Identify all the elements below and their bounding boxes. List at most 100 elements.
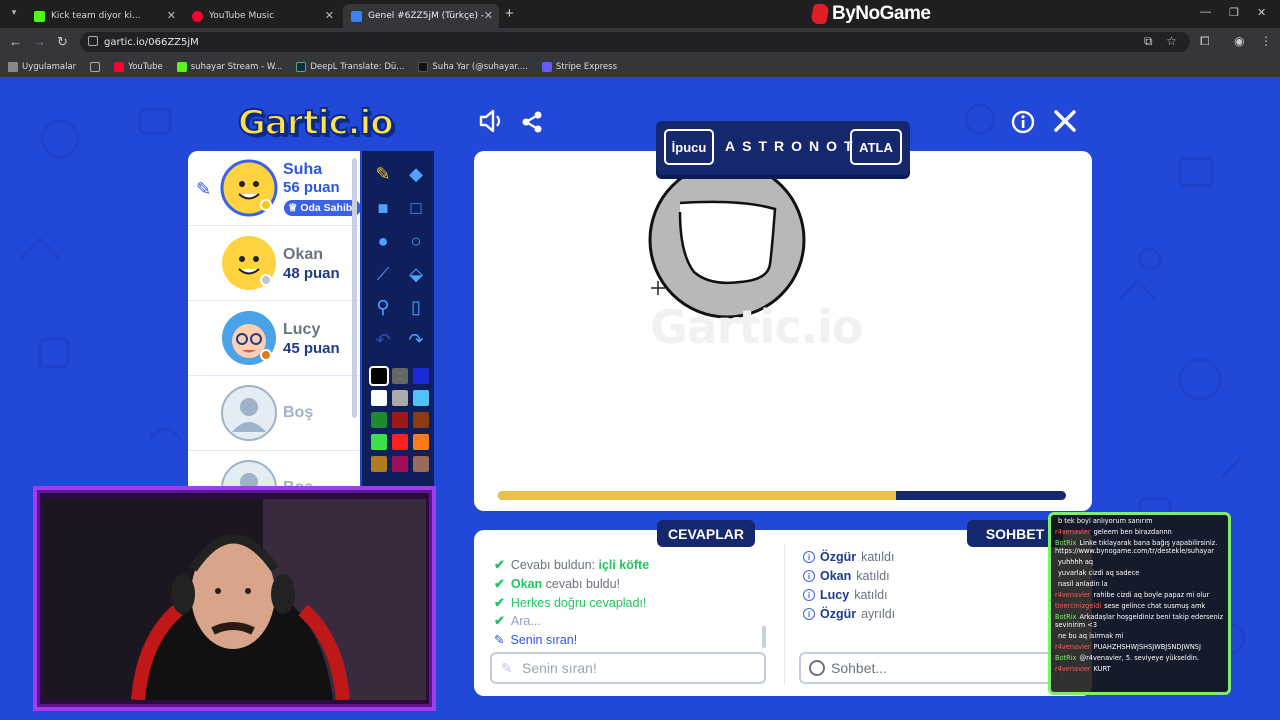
color-swatch[interactable] [392, 434, 408, 450]
bookmark-grid[interactable] [90, 61, 101, 72]
address-bar[interactable]: gartic.io/066ZZ5jM [80, 32, 1190, 52]
drawing-pencil-icon: ✎ [196, 179, 212, 199]
color-swatch[interactable] [413, 434, 429, 450]
exit-icon[interactable] [1052, 108, 1078, 141]
color-swatch[interactable] [392, 390, 408, 406]
filled-rectangle-icon[interactable]: ■ [369, 194, 397, 222]
color-swatch[interactable] [392, 368, 408, 384]
new-page-icon[interactable]: ▯ [402, 293, 430, 321]
answer-line: ✔ Ara... [494, 613, 541, 628]
chat-text: b tek boyl anlıyorum sanırım [1058, 517, 1153, 525]
color-swatch[interactable] [392, 412, 408, 428]
room-owner-badge: ♕ Oda Sahibi [284, 200, 360, 216]
chat-event: i Özgür ayrıldı [803, 607, 895, 621]
color-swatch[interactable] [413, 390, 429, 406]
color-swatch[interactable] [392, 456, 408, 472]
pencil-tool-icon[interactable]: ✎ [369, 160, 397, 188]
minimize-icon[interactable]: — [1200, 6, 1211, 18]
color-swatch[interactable] [371, 434, 387, 450]
forward-icon[interactable]: → [33, 34, 46, 49]
color-swatch[interactable] [371, 390, 387, 406]
stream-chat-message: r4venavier KURT [1055, 665, 1224, 673]
chat-username: r4venavier [1055, 664, 1091, 673]
chat-bubble-icon [809, 660, 825, 676]
bookmark-apps[interactable]: Uygulamalar [8, 61, 77, 72]
undo-icon[interactable]: ↶ [369, 326, 397, 354]
browser-tab-gartic[interactable]: Genel #6ZZ5jM (Türkçe) - Gartic ✕ [343, 4, 499, 28]
info-circle-icon: i [803, 589, 815, 601]
stream-chat-message: BotRix @r4venavier, 5. seviyeye yükseldin… [1055, 654, 1224, 662]
tab-answers[interactable]: CEVAPLAR [657, 520, 755, 547]
player-row[interactable]: Lucy 45 puan [188, 301, 360, 376]
filled-circle-icon[interactable]: ● [369, 227, 397, 255]
answer-placeholder: Senin sıran! [522, 660, 597, 676]
bookmark-star-icon[interactable]: ☆ [1166, 34, 1177, 48]
chat-input[interactable]: Sohbet... [799, 652, 1059, 684]
eyedropper-icon[interactable]: ⚲ [369, 293, 397, 321]
answers-scrollbar[interactable] [762, 626, 766, 648]
window-close-icon[interactable]: ✕ [1257, 6, 1266, 19]
color-swatch[interactable] [413, 368, 429, 384]
player-name: Suha [283, 161, 323, 178]
menu-icon[interactable]: ⋮ [1260, 34, 1272, 48]
pencil-icon: ✎ [501, 660, 513, 676]
hint-button[interactable]: İpucu [664, 129, 714, 165]
chat-username: tinercinizgeldi [1055, 601, 1102, 610]
gartic-logo[interactable]: Gartic.io [237, 102, 395, 144]
rectangle-icon[interactable]: □ [402, 194, 430, 222]
bookmark-stripe[interactable]: Stripe Express [541, 61, 617, 72]
eraser-tool-icon[interactable]: ◆ [402, 160, 430, 188]
site-info-icon[interactable] [88, 36, 98, 46]
browser-tab-kick[interactable]: Kick team diyor ki... ✕ [26, 4, 182, 28]
close-tab-icon[interactable]: ✕ [325, 9, 334, 22]
bookmark-label: YouTube [128, 61, 163, 72]
canvas-watermark: Gartic.io [650, 300, 863, 354]
player-list-scrollbar[interactable] [352, 158, 357, 418]
share-icon[interactable] [520, 110, 544, 141]
stream-chat-message: r4venavier geleem ben birazdannn [1055, 528, 1224, 536]
restore-icon[interactable]: ❐ [1229, 6, 1239, 19]
fill-bucket-icon[interactable]: ⬙ [402, 260, 430, 288]
info-icon[interactable] [1011, 110, 1035, 141]
info-circle-icon: i [803, 551, 815, 563]
youtube-music-icon [192, 10, 203, 22]
player-row[interactable]: Okan 48 puan [188, 226, 360, 301]
tab-search-button[interactable]: ▾ [6, 7, 22, 21]
chat-text: yuvarlak cizdi aq sadece [1058, 569, 1140, 578]
stream-chat-message: yuvarlak cizdi aq sadece [1055, 569, 1224, 577]
cast-icon[interactable]: ⧉ [1144, 34, 1153, 49]
stream-chat-message: b tek boyl anlıyorum sanırım [1055, 517, 1224, 525]
bookmarks-bar: Uygulamalar YouTube suhayar Stream - W..… [0, 56, 1280, 78]
reload-icon[interactable]: ↻ [57, 34, 68, 50]
new-tab-button[interactable]: + [505, 5, 514, 22]
circle-icon[interactable]: ○ [402, 227, 430, 255]
turn-timer-fill [498, 491, 896, 500]
player-row[interactable]: ✎ Suha 56 puan ♕ Oda Sahibi [188, 151, 360, 226]
back-icon[interactable]: ← [9, 34, 22, 49]
line-tool-icon[interactable]: ⟋ [369, 260, 397, 288]
answer-input[interactable]: ✎ Senin sıran! [490, 652, 766, 684]
browser-tab-youtube-music[interactable]: YouTube Music ✕ [184, 4, 340, 28]
extensions-icon[interactable]: ⧠ [1200, 34, 1210, 49]
bookmark-label: DeepL Translate: Dü... [310, 61, 405, 72]
color-swatch[interactable] [369, 366, 389, 386]
bookmark-kick[interactable]: suhayar Stream - W... [176, 61, 282, 72]
profile-icon[interactable]: ◉ [1234, 34, 1244, 48]
empty-avatar [221, 385, 277, 441]
redo-icon[interactable]: ↷ [402, 326, 430, 354]
color-swatch[interactable] [371, 412, 387, 428]
chat-text: sese gelince chat susmuş amk [1104, 601, 1206, 610]
sound-icon[interactable] [478, 108, 504, 141]
bookmark-label: Uygulamalar [22, 61, 77, 72]
close-tab-icon[interactable]: ✕ [167, 9, 176, 22]
color-swatch[interactable] [413, 412, 429, 428]
close-tab-icon[interactable]: ✕ [484, 9, 493, 22]
bookmark-deepl[interactable]: DeepL Translate: Dü... [296, 61, 405, 72]
color-swatch[interactable] [371, 456, 387, 472]
player-row-empty[interactable]: Boş [188, 451, 360, 487]
color-swatch[interactable] [413, 456, 429, 472]
bookmark-tiktok[interactable]: Suha Yar (@suhayar.... [418, 61, 528, 72]
tab-title: Genel #6ZZ5jM (Türkçe) - Gartic [368, 11, 486, 21]
bookmark-youtube[interactable]: YouTube [114, 61, 163, 72]
player-row-empty[interactable]: Boş [188, 376, 360, 451]
